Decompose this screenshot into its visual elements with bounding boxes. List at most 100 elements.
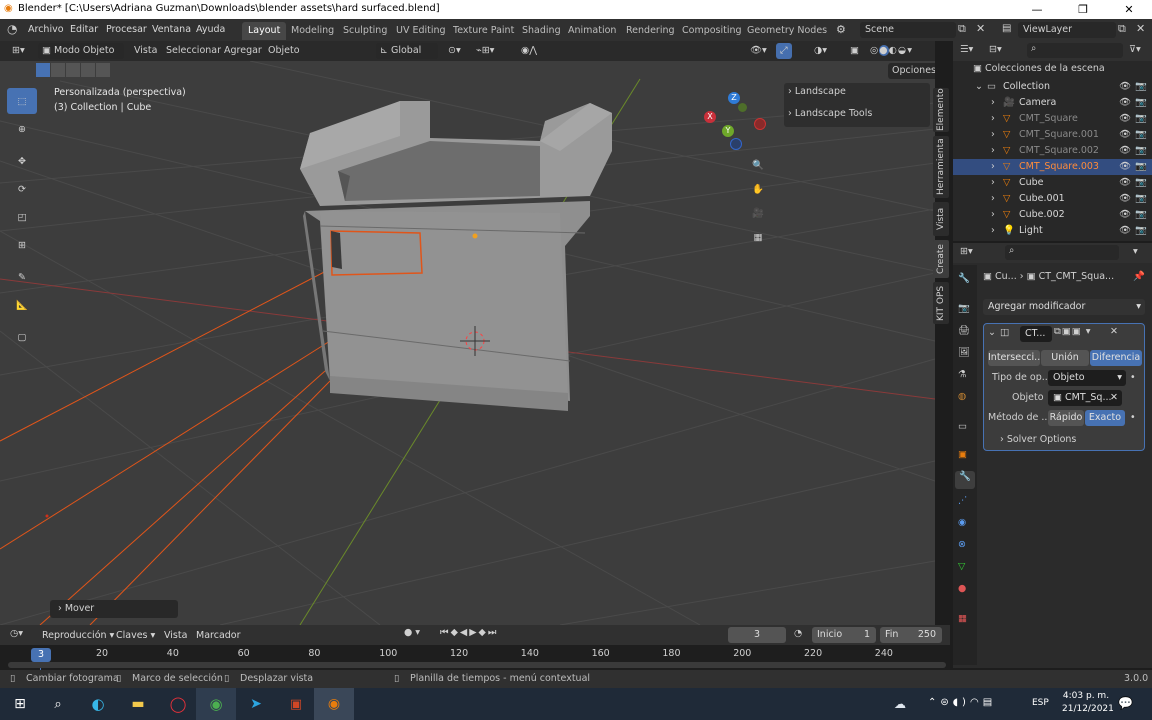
gizmo-toggle-icon[interactable]: ⤢ xyxy=(776,43,792,59)
solid-shading-icon[interactable]: ● xyxy=(879,45,889,56)
menu-vista[interactable]: Vista xyxy=(130,43,161,59)
display-mode-icon[interactable]: ⊟▾ xyxy=(989,44,1002,55)
timeline-view-menu[interactable]: Vista xyxy=(158,628,193,644)
zoom-icon[interactable]: 🔍 xyxy=(747,154,769,176)
render-camera-icon[interactable]: 📷 xyxy=(1135,175,1147,191)
visibility-eye-icon[interactable]: 👁 xyxy=(1119,111,1131,127)
visibility-eye-icon[interactable]: 👁 xyxy=(1119,79,1131,95)
expand-arrow-icon[interactable]: › xyxy=(991,111,995,127)
select-box-tool-icon[interactable]: ⬚ xyxy=(7,88,37,114)
next-keyframe-icon[interactable]: ◆ xyxy=(479,627,488,638)
material-shading-icon[interactable]: ◐ xyxy=(889,45,898,56)
constraints-tab-icon[interactable]: ⊗ xyxy=(958,539,966,550)
clear-object-icon[interactable]: ✕ xyxy=(1110,390,1118,406)
perspective-grid-icon[interactable]: ▦ xyxy=(747,226,769,248)
landscape-panel-header[interactable]: › Landscape xyxy=(788,86,846,97)
play-icon[interactable]: ▶ xyxy=(469,627,478,638)
visibility-eye-icon[interactable]: 👁 xyxy=(1119,95,1131,111)
properties-search-input[interactable]: ⌕ xyxy=(1005,245,1119,260)
marker-menu[interactable]: Marcador xyxy=(190,628,247,644)
tab-shading[interactable]: Shading xyxy=(516,22,567,40)
menu-editar[interactable]: Editar xyxy=(64,22,104,38)
outliner-row[interactable]: › ▽ CMT_Square.002 👁 📷 xyxy=(953,143,1152,159)
play-reverse-icon[interactable]: ◀ xyxy=(460,627,469,638)
pin-icon[interactable]: 📌 xyxy=(1133,271,1145,282)
volume-icon[interactable]: ◖) xyxy=(953,697,970,708)
tab-layout[interactable]: Layout xyxy=(242,22,287,40)
language-indicator[interactable]: ESP xyxy=(1032,698,1049,708)
visibility-eye-icon[interactable]: 👁 xyxy=(1119,127,1131,143)
scene-delete-icon[interactable]: ✕ xyxy=(976,22,985,35)
outliner-root[interactable]: ▣ Colecciones de la escena xyxy=(973,63,1105,74)
pan-hand-icon[interactable]: ✋ xyxy=(747,178,769,200)
method-fast-button[interactable]: Rápido xyxy=(1048,410,1084,426)
viewlayer-selector[interactable]: ViewLayer xyxy=(1018,22,1116,38)
timeline-scrollbar[interactable] xyxy=(8,662,946,668)
expand-arrow-icon[interactable]: › xyxy=(991,95,995,111)
tab-herramienta[interactable]: Herramienta xyxy=(933,136,949,198)
tool-tab-icon[interactable]: 🔧 xyxy=(958,273,970,284)
gizmo-z-axis[interactable]: Z xyxy=(728,92,740,104)
keyframe-dot-icon[interactable]: • xyxy=(1130,412,1136,423)
object-tab-icon[interactable]: ▣ xyxy=(958,449,967,460)
wifi-icon[interactable]: ◠ xyxy=(970,697,983,708)
collection-tab-icon[interactable]: ▭ xyxy=(958,421,967,432)
expand-arrow-icon[interactable]: › xyxy=(991,175,995,191)
options-dropdown[interactable]: Opciones▾ xyxy=(888,63,935,79)
outliner-row[interactable]: › ▽ CMT_Square.003 👁 📷 xyxy=(953,159,1152,175)
tab-kit-ops[interactable]: KIT OPS xyxy=(933,282,949,324)
opera-icon[interactable]: ◯ xyxy=(158,688,198,720)
minimize-button[interactable]: — xyxy=(1014,0,1060,19)
wireframe-shading-icon[interactable]: ◎ xyxy=(870,45,879,56)
texture-tab-icon[interactable]: ▦ xyxy=(958,613,967,624)
scale-tool-icon[interactable]: ◰ xyxy=(7,204,37,230)
measure-tool-icon[interactable]: 📐 xyxy=(7,292,37,318)
clock-icon[interactable]: ◔ xyxy=(794,628,802,639)
properties-editor-icon[interactable]: ⊞▾ xyxy=(960,246,973,257)
object-field[interactable]: ▣ CMT_Sq... ✕ xyxy=(1048,390,1122,406)
output-tab-icon[interactable]: 🖨 xyxy=(958,325,970,336)
end-frame-field[interactable]: Fin 250 xyxy=(880,627,942,643)
visibility-eye-icon[interactable]: 👁 xyxy=(1119,143,1131,159)
world-tab-icon[interactable]: ◍ xyxy=(958,391,966,402)
viewlayer-delete-icon[interactable]: ✕ xyxy=(1136,22,1145,35)
tab-vista[interactable]: Vista xyxy=(933,202,949,236)
onedrive-icon[interactable]: ☁ xyxy=(894,697,906,711)
3d-viewport[interactable]: ⊞▾ ▣ Modo Objeto Vista Seleccionar Agreg… xyxy=(0,41,935,625)
chevron-up-icon[interactable]: ⌃ xyxy=(928,697,940,708)
jump-start-icon[interactable]: ⏮ xyxy=(440,627,451,638)
add-modifier-dropdown[interactable]: Agregar modificador ▾ xyxy=(983,299,1145,315)
gizmo-y-axis[interactable]: Y xyxy=(722,125,734,137)
render-camera-icon[interactable]: 📷 xyxy=(1135,95,1147,111)
camera-view-icon[interactable]: 🎥 xyxy=(747,202,769,224)
render-camera-icon[interactable]: 📷 xyxy=(1135,127,1147,143)
proportional-edit-icon[interactable]: ◉⋀ xyxy=(517,43,541,59)
outliner-row[interactable]: › ▽ CMT_Square 👁 📷 xyxy=(953,111,1152,127)
render-camera-icon[interactable]: 📷 xyxy=(1135,143,1147,159)
select-intersect-icon[interactable] xyxy=(96,63,110,77)
method-exact-button[interactable]: Exacto xyxy=(1085,410,1125,426)
op-union-button[interactable]: Unión xyxy=(1041,350,1089,366)
outliner-row[interactable]: › ▽ CMT_Square.001 👁 📷 xyxy=(953,127,1152,143)
render-camera-icon[interactable]: 📷 xyxy=(1135,111,1147,127)
search-icon[interactable]: ⌕ xyxy=(38,688,78,720)
visibility-eye-icon[interactable]: 👁 xyxy=(1119,207,1131,223)
material-tab-icon[interactable]: ● xyxy=(958,583,966,594)
blender-taskbar-icon[interactable]: ◉ xyxy=(314,688,354,720)
outliner-row[interactable]: › ▽ Cube 👁 📷 xyxy=(953,175,1152,191)
menu-archivo[interactable]: Archivo xyxy=(22,22,70,38)
menu-agregar[interactable]: Agregar xyxy=(220,43,266,59)
expand-arrow-icon[interactable]: › xyxy=(991,143,995,159)
tab-create[interactable]: Create xyxy=(933,240,949,278)
playhead-frame-badge[interactable]: 3 xyxy=(31,648,51,662)
expand-arrow-icon[interactable]: › xyxy=(991,207,995,223)
tab-animation[interactable]: Animation xyxy=(562,22,622,40)
scene-icon[interactable]: ⚙ xyxy=(836,23,846,36)
tab-rendering[interactable]: Rendering xyxy=(620,22,681,40)
render-camera-icon[interactable]: 📷 xyxy=(1135,79,1147,95)
outliner-row[interactable]: › ▽ Cube.001 👁 📷 xyxy=(953,191,1152,207)
select-invert-icon[interactable] xyxy=(81,63,95,77)
close-button[interactable]: ✕ xyxy=(1106,0,1152,19)
render-camera-icon[interactable]: 📷 xyxy=(1135,207,1147,223)
outliner-row[interactable]: › ▽ Cube.002 👁 📷 xyxy=(953,207,1152,223)
